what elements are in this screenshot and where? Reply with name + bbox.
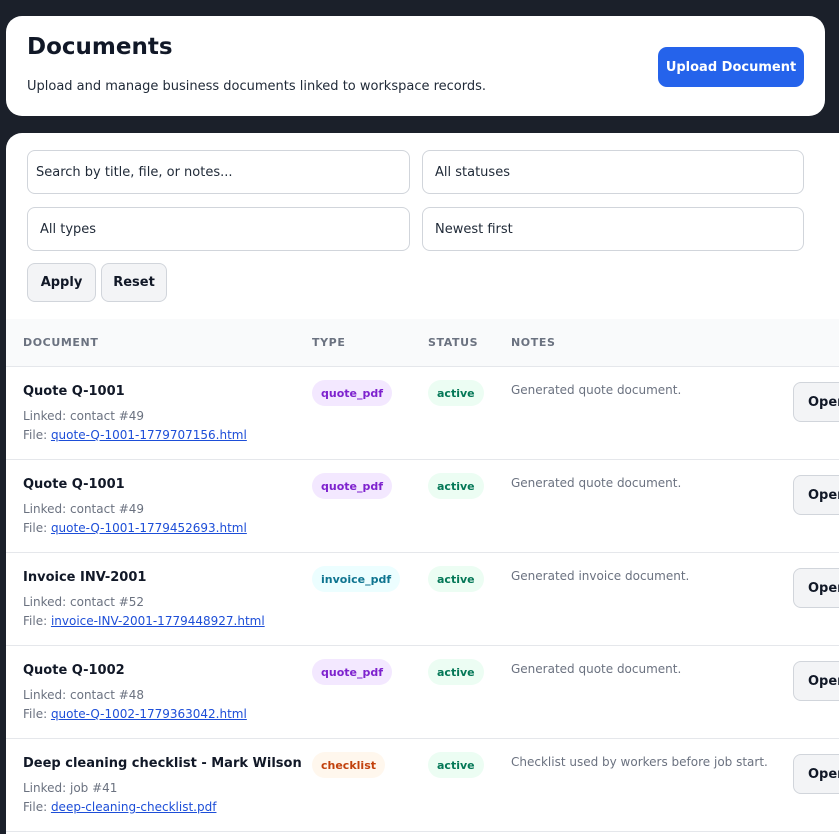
file-label: File:	[23, 521, 51, 535]
table-row: Quote Q-1001 Linked: contact #49 File: quo…	[6, 460, 839, 553]
table-row: Deep cleaning checklist - Mark Wilson Lin…	[6, 739, 839, 832]
header-card: Documents Upload and manage business doc…	[6, 16, 825, 116]
document-file: File: deep-cleaning-checklist.pdf	[23, 800, 216, 814]
document-title: Quote Q-1001	[23, 477, 125, 492]
document-notes: Checklist used by workers before job sta…	[511, 755, 768, 769]
type-badge: quote_pdf	[312, 380, 393, 406]
column-header-document: DOCUMENT	[23, 336, 99, 349]
table-row: Quote Q-1001 Linked: contact #49 File: quo…	[6, 367, 839, 460]
document-linked-record: Linked: job #41	[23, 781, 118, 795]
document-linked-record: Linked: contact #52	[23, 595, 145, 609]
column-header-notes: NOTES	[511, 336, 556, 349]
open-document-button[interactable]: Open	[793, 754, 839, 794]
document-file: File: quote-Q-1001-1779707156.html	[23, 428, 247, 442]
sort-select[interactable]: Newest first	[422, 207, 804, 251]
upload-document-button[interactable]: Upload Document	[658, 47, 804, 87]
file-link[interactable]: quote-Q-1001-1779707156.html	[51, 428, 247, 442]
documents-panel: Search by title, file, or notes... All s…	[6, 133, 839, 834]
document-file: File: quote-Q-1002-1779363042.html	[23, 707, 247, 721]
document-file: File: invoice-INV-2001-1779448927.html	[23, 614, 265, 628]
document-notes: Generated quote document.	[511, 662, 682, 676]
status-badge: active	[428, 659, 484, 685]
open-document-button[interactable]: Open	[793, 382, 839, 422]
table-header: DOCUMENT TYPE STATUS NOTES	[6, 319, 839, 367]
document-title: Quote Q-1002	[23, 663, 125, 678]
table-row: Invoice INV-2001 Linked: contact #52 File:…	[6, 553, 839, 646]
page-subtitle: Upload and manage business documents lin…	[27, 79, 487, 94]
file-label: File:	[23, 800, 51, 814]
type-badge: quote_pdf	[312, 473, 393, 499]
table-row: Quote Q-1002 Linked: contact #48 File: quo…	[6, 646, 839, 739]
status-badge: active	[428, 380, 484, 406]
status-badge: active	[428, 566, 484, 592]
status-badge: active	[428, 752, 484, 778]
document-title: Quote Q-1001	[23, 384, 125, 399]
open-document-button[interactable]: Open	[793, 475, 839, 515]
reset-button[interactable]: Reset	[101, 263, 167, 302]
file-link[interactable]: quote-Q-1001-1779452693.html	[51, 521, 247, 535]
document-notes: Generated invoice document.	[511, 569, 690, 583]
document-title: Deep cleaning checklist - Mark Wilson	[23, 756, 302, 771]
type-badge: checklist	[312, 752, 385, 778]
file-label: File:	[23, 614, 51, 628]
file-link[interactable]: deep-cleaning-checklist.pdf	[51, 800, 217, 814]
open-document-button[interactable]: Open	[793, 661, 839, 701]
type-filter-select[interactable]: All types	[27, 207, 410, 251]
status-filter-select[interactable]: All statuses	[422, 150, 804, 194]
document-file: File: quote-Q-1001-1779452693.html	[23, 521, 247, 535]
apply-button[interactable]: Apply	[27, 263, 96, 302]
document-linked-record: Linked: contact #49	[23, 409, 145, 423]
file-label: File:	[23, 428, 51, 442]
search-input[interactable]: Search by title, file, or notes...	[27, 150, 410, 194]
document-linked-record: Linked: contact #48	[23, 688, 145, 702]
column-header-status: STATUS	[428, 336, 479, 349]
open-document-button[interactable]: Open	[793, 568, 839, 608]
page-title: Documents	[27, 34, 173, 60]
file-link[interactable]: invoice-INV-2001-1779448927.html	[51, 614, 265, 628]
document-notes: Generated quote document.	[511, 383, 682, 397]
type-badge: invoice_pdf	[312, 566, 401, 592]
document-notes: Generated quote document.	[511, 476, 682, 490]
type-badge: quote_pdf	[312, 659, 393, 685]
document-linked-record: Linked: contact #49	[23, 502, 145, 516]
document-title: Invoice INV-2001	[23, 570, 147, 585]
status-badge: active	[428, 473, 484, 499]
file-label: File:	[23, 707, 51, 721]
file-link[interactable]: quote-Q-1002-1779363042.html	[51, 707, 247, 721]
column-header-type: TYPE	[312, 336, 346, 349]
